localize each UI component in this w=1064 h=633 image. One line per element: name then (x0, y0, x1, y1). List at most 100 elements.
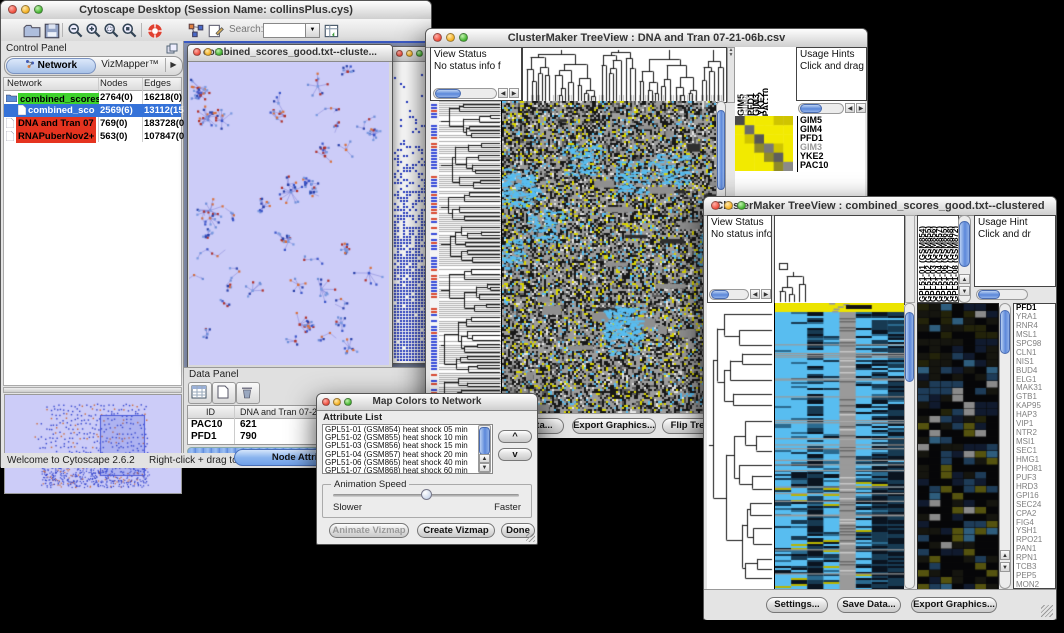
zoom-window-icon[interactable] (416, 50, 423, 57)
move-up-button[interactable]: ^ (498, 430, 532, 443)
table-row[interactable]: combined_scores_ 2764(0) 16218(0) (4, 91, 181, 104)
scroll-right-button[interactable]: ▶ (856, 103, 866, 113)
tv2-row-dendrogram[interactable] (707, 303, 774, 589)
zoom-fit-icon[interactable] (121, 22, 139, 40)
close-icon[interactable] (433, 33, 442, 42)
tv2-column-labels[interactable]: GPL51-01 (GSM854)GPL51-02 (GSM855)GPL51-… (917, 215, 959, 303)
window-controls[interactable] (193, 48, 223, 56)
tab-network[interactable]: Network (6, 58, 96, 74)
tv2-column-dendrogram-area[interactable] (774, 215, 905, 305)
help-lifering-icon[interactable] (146, 22, 164, 40)
scroll-left-button[interactable]: ◀ (498, 88, 508, 98)
table-row-selected[interactable]: combined_sco 2569(6) 13112(15) (4, 104, 181, 117)
table-select-button[interactable] (188, 382, 212, 404)
tv1-top-vscroll[interactable]: ▲▼ (727, 47, 735, 103)
tv1-summary-heatmap[interactable] (735, 116, 793, 171)
zoom-out-icon[interactable] (67, 22, 85, 40)
tv1-status-scrollbar[interactable] (433, 88, 497, 99)
main-titlebar[interactable]: Cytoscape Desktop (Session Name: collins… (1, 1, 431, 20)
new-attribute-button[interactable] (212, 382, 236, 404)
scroll-down-button[interactable]: ▼ (1000, 562, 1010, 572)
minimize-icon[interactable] (333, 398, 341, 406)
attribute-list[interactable]: GPL51-01 (GSM854) heat shock 05 minGPL51… (322, 424, 493, 474)
settings-button[interactable]: Settings... (766, 597, 828, 613)
tv2-usage-scrollbar[interactable] (976, 289, 1028, 300)
tv2-heatmap-vscrollbar[interactable] (904, 303, 915, 589)
scroll-right-button[interactable]: ▶ (509, 88, 519, 98)
network-table-header[interactable]: Network Nodes Edges (4, 78, 181, 91)
zoom-window-icon[interactable] (737, 201, 746, 210)
table-row[interactable]: DNA and Tran 07 769(0) 183728(0) (4, 117, 181, 130)
resize-grip[interactable] (526, 533, 535, 542)
scroll-up-button[interactable]: ▲ (479, 454, 490, 463)
tv2-genelist-vscrollbar[interactable]: ▲ ▼ (999, 303, 1011, 589)
zoom-selected-icon[interactable] (103, 22, 121, 40)
tv1-heatmap[interactable] (501, 101, 716, 413)
minimize-icon[interactable] (724, 201, 733, 210)
scroll-down-button[interactable]: ▼ (959, 286, 970, 296)
minimize-icon[interactable] (406, 50, 413, 57)
tv2-collabel-vscrollbar[interactable]: ▲ ▼ (958, 215, 971, 303)
network-table: Network Nodes Edges combined_scores_ 276… (3, 77, 182, 386)
panel-splitter[interactable] (3, 387, 182, 393)
tv2-secondary-heatmap[interactable] (917, 303, 999, 591)
close-icon[interactable] (396, 50, 403, 57)
scroll-up-button[interactable]: ▲ (959, 274, 970, 284)
network-manager-icon[interactable] (187, 22, 205, 40)
scroll-left-button[interactable]: ◀ (750, 289, 760, 299)
resize-grip[interactable] (1041, 605, 1053, 617)
scroll-left-button[interactable]: ◀ (845, 103, 855, 113)
open-session-icon[interactable] (23, 22, 41, 40)
treeview2-titlebar[interactable]: ClusterMaker TreeView : combined_scores_… (704, 197, 1056, 216)
import-table-icon[interactable] (323, 22, 341, 40)
create-vizmap-button[interactable]: Create Vizmap (417, 523, 495, 538)
annotation-icon[interactable] (207, 22, 225, 40)
export-graphics-button[interactable]: Export Graphics... (911, 597, 997, 613)
close-icon[interactable] (322, 398, 330, 406)
export-graphics-button[interactable]: Export Graphics... (572, 418, 656, 434)
zoom-window-icon[interactable] (459, 33, 468, 42)
minimize-icon[interactable] (21, 5, 30, 14)
tab-overflow-button[interactable]: ▶ (165, 58, 181, 72)
close-icon[interactable] (193, 48, 201, 56)
minimize-icon[interactable] (204, 48, 212, 56)
tv2-gene-labels[interactable]: PFD1YRA1RNR4MSL1SPC98CLN1NIS1BUD4ELG1MAK… (1013, 303, 1056, 589)
network-view-canvas[interactable] (189, 62, 389, 365)
network-overview-canvas[interactable] (4, 394, 182, 494)
move-down-button[interactable]: v (498, 448, 532, 461)
tv1-column-labels[interactable]: GIM5GIM4PFD1GIM3YKE2PAC10 (736, 47, 768, 116)
tv2-status-scrollbar[interactable] (709, 289, 749, 300)
tv2-heatmap[interactable] (774, 303, 904, 589)
attribute-list-scrollbar[interactable]: ▲ ▼ (478, 425, 491, 473)
float-panel-icon[interactable] (166, 43, 178, 54)
tab-vizmapper[interactable]: VizMapper™ (97, 58, 163, 72)
animate-vizmap-button[interactable]: Animate Vizmap (329, 523, 409, 538)
close-icon[interactable] (711, 201, 720, 210)
speed-slider-thumb[interactable] (421, 489, 432, 500)
tv1-row-dendrogram[interactable] (439, 101, 501, 413)
close-icon[interactable] (8, 5, 17, 14)
zoom-in-icon[interactable] (85, 22, 103, 40)
window-controls[interactable] (433, 33, 468, 42)
scroll-down-button[interactable]: ▼ (479, 463, 490, 472)
save-session-icon[interactable] (43, 22, 61, 40)
window-controls[interactable] (711, 201, 746, 210)
window-controls[interactable] (322, 398, 352, 406)
scroll-up-button[interactable]: ▲ (1000, 550, 1010, 560)
tv1-row-labels[interactable]: GIM5GIM4PFD1GIM3YKE2PAC10 (797, 116, 850, 172)
tv1-column-dendrogram[interactable] (522, 47, 727, 103)
save-data-button[interactable]: Save Data... (837, 597, 901, 613)
zoom-window-icon[interactable] (215, 48, 223, 56)
treeview1-titlebar[interactable]: ClusterMaker TreeView : DNA and Tran 07-… (426, 29, 867, 48)
zoom-window-icon[interactable] (34, 5, 43, 14)
table-row[interactable]: RNAPuberNov2+ 563(0) 107847(0) (4, 130, 181, 143)
delete-attribute-button[interactable] (236, 382, 260, 404)
minimize-icon[interactable] (446, 33, 455, 42)
window-controls[interactable] (8, 5, 43, 14)
scroll-right-button[interactable]: ▶ (761, 289, 771, 299)
network-view-window[interactable]: combined_scores_good.txt--cluste... (187, 44, 393, 368)
search-dropdown-button[interactable]: ▼ (305, 23, 320, 38)
tv1-usage-scrollbar[interactable] (798, 103, 844, 114)
zoom-window-icon[interactable] (344, 398, 352, 406)
search-input[interactable] (263, 23, 307, 38)
